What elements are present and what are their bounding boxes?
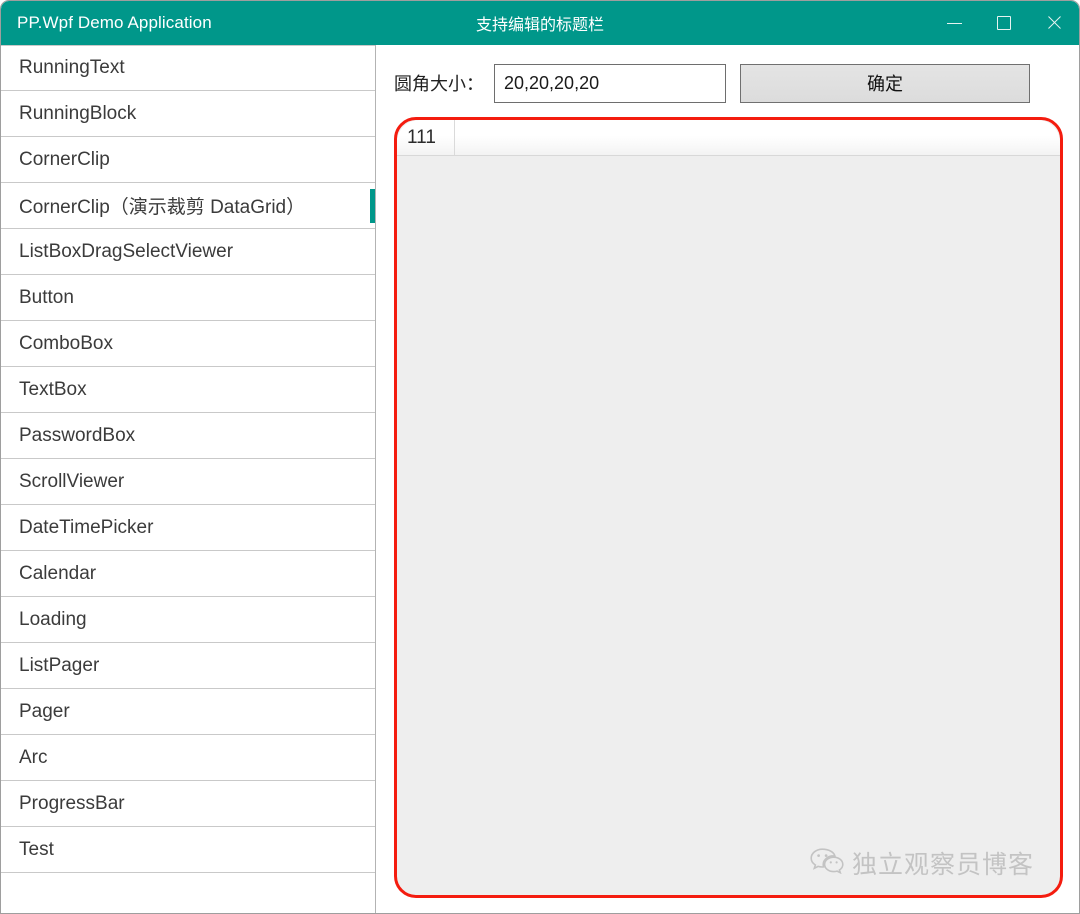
sidebar-item-runningblock[interactable]: RunningBlock	[1, 91, 375, 137]
maximize-button[interactable]	[979, 1, 1029, 45]
sidebar-item-label: DateTimePicker	[19, 516, 154, 538]
sidebar-item-cornerclip-datagrid[interactable]: CornerClip（演示裁剪 DataGrid）	[1, 183, 375, 229]
sidebar-item-label: ListPager	[19, 654, 100, 676]
sidebar-item-scrollviewer[interactable]: ScrollViewer	[1, 459, 375, 505]
sidebar-item-pager[interactable]: Pager	[1, 689, 375, 735]
sidebar-item-label: Button	[19, 286, 74, 308]
sidebar-item-label: ComboBox	[19, 332, 113, 354]
data-grid-column-header[interactable]: 111	[397, 120, 455, 155]
data-grid-header-filler	[455, 120, 1060, 155]
confirm-button[interactable]: 确定	[740, 63, 1030, 103]
close-button[interactable]	[1029, 1, 1079, 45]
sidebar-item-label: ScrollViewer	[19, 470, 125, 492]
app-title: PP.Wpf Demo Application	[17, 13, 212, 32]
sidebar-item-label: ProgressBar	[19, 792, 125, 814]
window-body: RunningText RunningBlock CornerClip CornerC…	[1, 45, 1079, 913]
sidebar-item-cornerclip[interactable]: CornerClip	[1, 137, 375, 183]
sidebar-item-listpager[interactable]: ListPager	[1, 643, 375, 689]
sidebar-item-calendar[interactable]: Calendar	[1, 551, 375, 597]
sidebar-item-label: Loading	[19, 608, 87, 630]
minimize-icon	[946, 22, 962, 24]
sidebar-item-datetimepicker[interactable]: DateTimePicker	[1, 505, 375, 551]
sidebar-item-label: TextBox	[19, 378, 87, 400]
sidebar-item-label: RunningText	[19, 57, 125, 78]
data-grid-rows	[397, 157, 1060, 895]
content-pane: 圆角大小： 确定 111	[376, 45, 1079, 913]
window-controls	[929, 1, 1079, 45]
sidebar-item-label: PasswordBox	[19, 424, 136, 446]
sidebar-item-progressbar[interactable]: ProgressBar	[1, 781, 375, 827]
sidebar-item-passwordbox[interactable]: PasswordBox	[1, 413, 375, 459]
maximize-icon	[997, 16, 1011, 30]
corner-size-label: 圆角大小：	[394, 74, 484, 94]
sidebar-item-label: Pager	[19, 700, 70, 722]
sidebar-item-combobox[interactable]: ComboBox	[1, 321, 375, 367]
sidebar-item-label: CornerClip（演示裁剪 DataGrid）	[19, 197, 306, 218]
sidebar-item-blank[interactable]	[1, 873, 375, 913]
sidebar-item-test[interactable]: Test	[1, 827, 375, 873]
sidebar-item-label: Test	[19, 838, 54, 860]
corner-clip-container: 111 独立观察员博客	[394, 117, 1063, 898]
minimize-button[interactable]	[929, 1, 979, 45]
corner-size-input[interactable]	[494, 63, 726, 103]
sidebar-nav-list[interactable]: RunningText RunningBlock CornerClip CornerC…	[1, 45, 376, 913]
data-grid[interactable]: 111	[397, 120, 1060, 895]
title-bar[interactable]: PP.Wpf Demo Application 支持编辑的标题栏	[1, 1, 1079, 45]
sidebar-item-label: CornerClip	[19, 148, 110, 170]
sidebar-item-label: Arc	[19, 746, 48, 768]
selection-indicator	[370, 189, 375, 223]
sidebar-item-loading[interactable]: Loading	[1, 597, 375, 643]
sidebar-item-label: ListBoxDragSelectViewer	[19, 240, 234, 262]
app-window: PP.Wpf Demo Application 支持编辑的标题栏 Running…	[0, 0, 1080, 914]
sidebar-item-listboxdragselectviewer[interactable]: ListBoxDragSelectViewer	[1, 229, 375, 275]
sidebar-item-label: Calendar	[19, 562, 97, 584]
sidebar-item-arc[interactable]: Arc	[1, 735, 375, 781]
sidebar-item-textbox[interactable]: TextBox	[1, 367, 375, 413]
sidebar-item-label: RunningBlock	[19, 102, 137, 124]
corner-radius-toolbar: 圆角大小： 确定	[394, 63, 1063, 103]
sidebar-item-runningtext[interactable]: RunningText	[1, 45, 375, 91]
sidebar-item-button[interactable]: Button	[1, 275, 375, 321]
close-icon	[1046, 15, 1062, 31]
data-grid-header-row: 111	[397, 120, 1060, 156]
